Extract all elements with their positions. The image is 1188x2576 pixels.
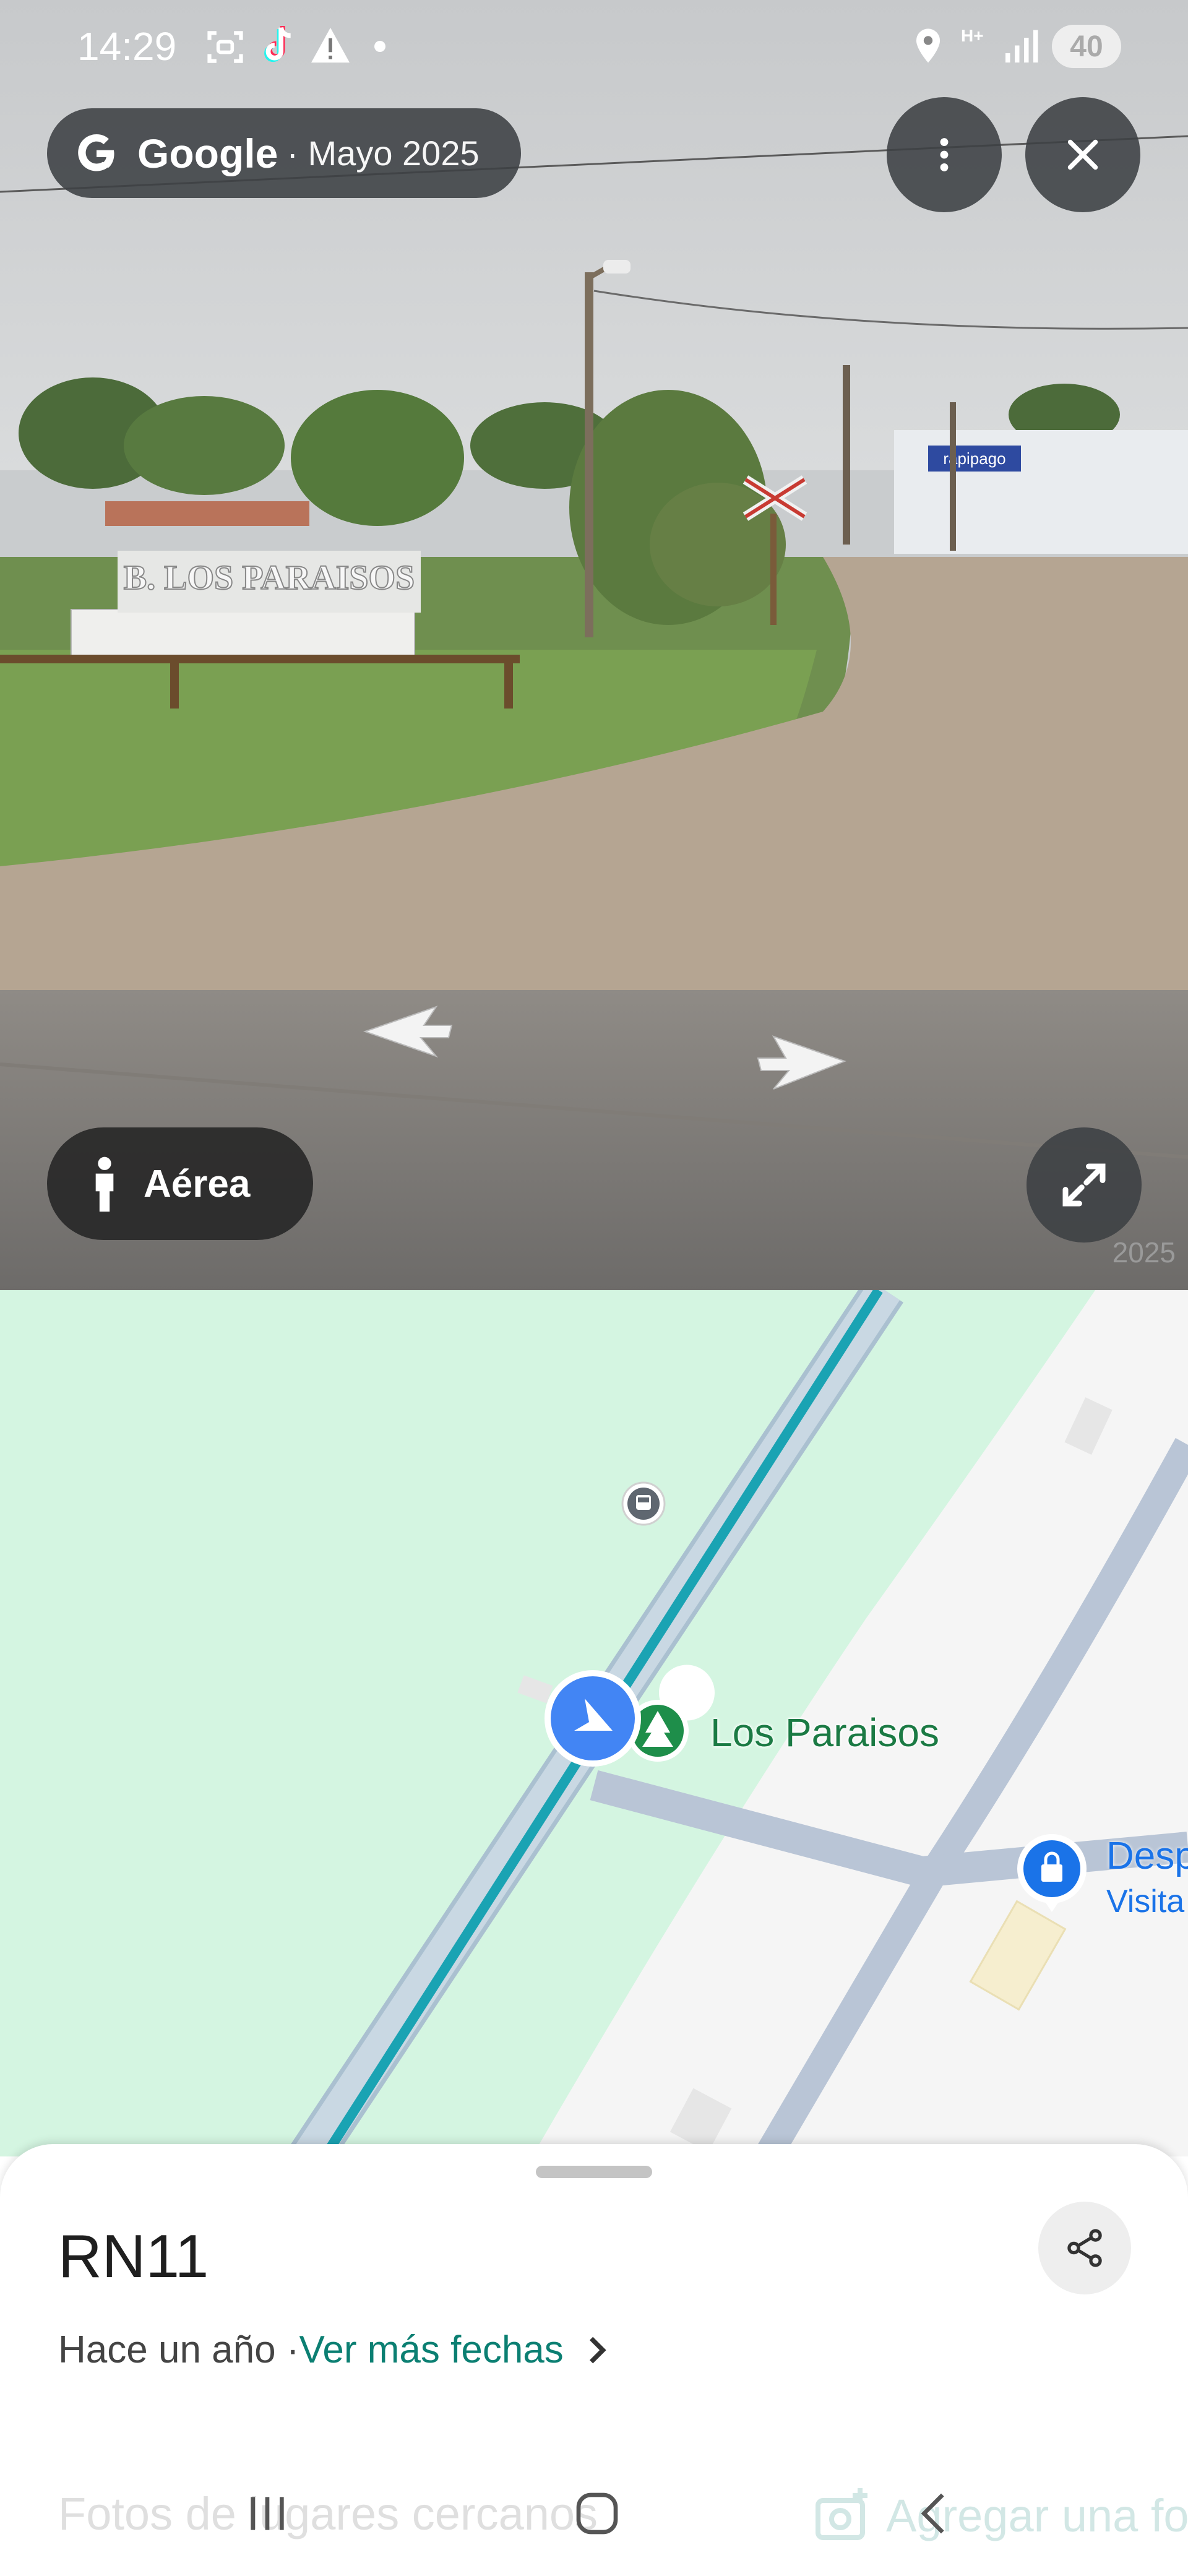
year-watermark: 2025: [1113, 1236, 1176, 1269]
capture-date: · Mayo 2025: [286, 134, 480, 173]
tiktok-icon: [264, 26, 291, 62]
google-brand: Google: [137, 130, 278, 176]
town-sign-text: B. LOS PARAISOS: [124, 559, 415, 597]
bus-stop-icon[interactable]: [622, 1483, 665, 1525]
battery-level: 40: [1070, 30, 1103, 63]
warning-icon: [311, 27, 350, 63]
location-icon: [916, 28, 940, 63]
battery-indicator: 40: [1052, 25, 1121, 68]
notification-dot-icon: [374, 41, 385, 52]
close-button[interactable]: [1025, 97, 1140, 212]
aerial-view-button[interactable]: Aérea: [47, 1127, 313, 1240]
status-time: 14:29: [77, 24, 177, 69]
shopping-bag-icon[interactable]: [1017, 1834, 1087, 1915]
road-title: RN11: [58, 2222, 209, 2290]
recents-icon[interactable]: [243, 2489, 292, 2538]
date-prefix: Hace un año ·: [58, 2328, 299, 2371]
date-row[interactable]: Hace un año · Ver más fechas: [58, 2328, 609, 2372]
share-button[interactable]: [1038, 2202, 1131, 2294]
google-g-icon: [78, 134, 114, 171]
aerial-label: Aérea: [144, 1162, 251, 1205]
signal-icon: [1005, 30, 1038, 62]
poi-store-subtitle: Visita: [1106, 1884, 1185, 1919]
screenshot-icon: [207, 31, 243, 63]
more-dates-link[interactable]: Ver más fechas: [299, 2328, 563, 2372]
more-options-button[interactable]: [887, 97, 1002, 212]
close-icon: [1067, 139, 1098, 170]
expand-icon: [1062, 1163, 1106, 1207]
back-icon[interactable]: [910, 2489, 959, 2538]
chevron-right-icon[interactable]: [585, 2335, 609, 2366]
nav-arrow-right-icon[interactable]: [755, 1033, 848, 1092]
home-icon[interactable]: [572, 2489, 622, 2538]
nav-arrow-left-icon[interactable]: [362, 1004, 455, 1059]
pegman-icon: [95, 1157, 114, 1212]
network-type: H+: [961, 26, 984, 45]
poi-store-label[interactable]: Desp: [1106, 1834, 1188, 1878]
share-icon: [1067, 2229, 1102, 2267]
park-icon[interactable]: [627, 1700, 689, 1762]
status-bar: 14:29 H+ 40: [0, 0, 1188, 93]
system-nav-bar: [0, 2475, 1188, 2576]
fullscreen-button[interactable]: [1027, 1127, 1142, 1243]
map-view[interactable]: [0, 1290, 1188, 2156]
sheet-drag-handle[interactable]: [536, 2166, 652, 2178]
more-vert-icon: [940, 138, 949, 171]
poi-los-paraisos-label[interactable]: Los Paraisos: [710, 1710, 939, 1755]
imagery-date-chip[interactable]: Google · Mayo 2025: [47, 108, 521, 198]
